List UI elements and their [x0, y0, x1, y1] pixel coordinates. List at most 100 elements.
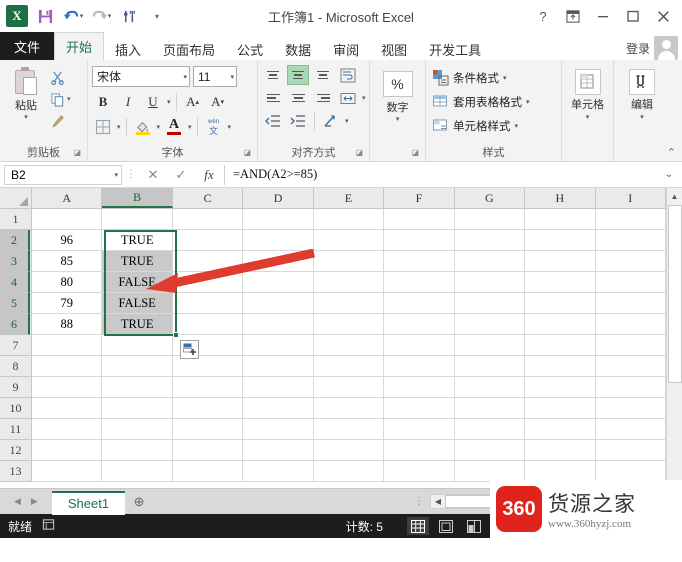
cell-D13[interactable] — [243, 461, 314, 482]
copy-button[interactable]: ▾ — [48, 89, 73, 109]
cell-B11[interactable] — [102, 419, 173, 440]
grow-font-icon[interactable]: A ▴ — [182, 91, 204, 112]
row-header-8[interactable]: 8 — [0, 356, 31, 377]
save-icon[interactable] — [32, 4, 58, 28]
cell-H9[interactable] — [525, 377, 596, 398]
cell-A5[interactable]: 79 — [32, 293, 103, 314]
cell-G6[interactable] — [454, 314, 526, 335]
column-header-I[interactable]: I — [596, 188, 666, 208]
cell-E8[interactable] — [313, 356, 385, 377]
row-header-1[interactable]: 1 — [0, 209, 31, 230]
cell-C11[interactable] — [172, 419, 244, 440]
cell-styles-button[interactable]: 单元格样式 ▾ — [430, 114, 520, 137]
vertical-scroll-thumb[interactable] — [667, 205, 682, 383]
vertical-scrollbar[interactable]: ▲ — [666, 188, 682, 488]
row-header-6[interactable]: 6 — [0, 314, 30, 335]
page-break-preview-button[interactable] — [463, 517, 485, 535]
cell-D9[interactable] — [243, 377, 314, 398]
cell-G12[interactable] — [454, 440, 526, 461]
avatar[interactable] — [654, 36, 678, 60]
cell-A2[interactable]: 96 — [32, 230, 103, 251]
cell-C5[interactable] — [172, 293, 244, 314]
auto-fill-options-button[interactable] — [180, 340, 199, 359]
cell-H8[interactable] — [525, 356, 596, 377]
phonetic-guide-icon[interactable]: wén 文 — [203, 116, 225, 137]
page-layout-view-button[interactable] — [435, 517, 457, 535]
cell-D1[interactable] — [243, 209, 314, 230]
minimize-button[interactable] — [588, 3, 618, 29]
cell-A4[interactable]: 80 — [32, 272, 103, 293]
paste-button[interactable]: 粘贴 ▾ — [4, 65, 48, 121]
wrap-text-icon[interactable] — [337, 65, 359, 85]
column-header-C[interactable]: C — [173, 188, 244, 208]
clipboard-dialog-launcher-icon[interactable]: ◪ — [73, 145, 81, 160]
enter-formula-icon[interactable]: ✓ — [168, 167, 194, 183]
cell-F3[interactable] — [384, 251, 455, 272]
cell-D11[interactable] — [243, 419, 314, 440]
cell-G7[interactable] — [454, 335, 526, 356]
name-box[interactable]: B2 ▾ — [4, 164, 122, 185]
tab-formulas[interactable]: 公式 — [226, 36, 274, 62]
column-header-B[interactable]: B — [102, 188, 173, 208]
cell-C2[interactable] — [172, 230, 244, 251]
normal-view-button[interactable] — [406, 517, 429, 535]
cell-A9[interactable] — [32, 377, 103, 398]
cell-C13[interactable] — [172, 461, 244, 482]
column-header-D[interactable]: D — [243, 188, 314, 208]
cell-G3[interactable] — [454, 251, 526, 272]
cell-F13[interactable] — [384, 461, 455, 482]
tab-home[interactable]: 开始 — [54, 32, 105, 60]
vertical-scroll-track[interactable] — [666, 205, 682, 488]
cell-F10[interactable] — [384, 398, 455, 419]
percent-style-icon[interactable]: % — [382, 71, 413, 97]
row-header-11[interactable]: 11 — [0, 419, 31, 440]
cells-button[interactable]: 单元格 ▾ — [566, 69, 609, 121]
cell-C10[interactable] — [172, 398, 244, 419]
cell-A7[interactable] — [32, 335, 103, 356]
cell-I6[interactable] — [595, 314, 666, 335]
cell-H5[interactable] — [525, 293, 596, 314]
cell-G1[interactable] — [454, 209, 526, 230]
cell-C3[interactable] — [172, 251, 244, 272]
cell-E6[interactable] — [313, 314, 385, 335]
row-header-12[interactable]: 12 — [0, 440, 31, 461]
insert-function-icon[interactable]: fx — [196, 167, 222, 183]
cell-D2[interactable] — [243, 230, 314, 251]
cell-A3[interactable]: 85 — [32, 251, 103, 272]
cell-A12[interactable] — [32, 440, 103, 461]
row-header-2[interactable]: 2 — [0, 230, 30, 251]
font-size-combo[interactable]: 11 ▾ — [193, 66, 237, 87]
format-painter-button[interactable] — [48, 111, 73, 131]
alignment-dialog-launcher-icon[interactable]: ◪ — [355, 145, 363, 160]
cell-E3[interactable] — [313, 251, 385, 272]
align-right-icon[interactable] — [312, 88, 334, 108]
cell-I12[interactable] — [595, 440, 666, 461]
close-button[interactable] — [648, 3, 678, 29]
cell-F6[interactable] — [384, 314, 455, 335]
ribbon-display-options-button[interactable] — [558, 3, 588, 29]
cell-E2[interactable] — [313, 230, 385, 251]
column-header-A[interactable]: A — [32, 188, 103, 208]
font-color-dropdown-icon[interactable]: ▾ — [188, 123, 192, 131]
tab-data[interactable]: 数据 — [274, 36, 322, 62]
cell-A11[interactable] — [32, 419, 103, 440]
cell-E11[interactable] — [313, 419, 385, 440]
cell-H7[interactable] — [525, 335, 596, 356]
cell-I8[interactable] — [595, 356, 666, 377]
name-box-dropdown-icon[interactable]: ▾ — [114, 171, 118, 179]
cancel-formula-icon[interactable]: ✕ — [140, 167, 166, 183]
excel-app-icon[interactable]: X — [4, 4, 30, 28]
cell-E7[interactable] — [313, 335, 385, 356]
align-center-icon[interactable] — [287, 88, 309, 108]
fill-color-button[interactable] — [132, 116, 154, 137]
number-dialog-launcher-icon[interactable]: ◪ — [411, 145, 419, 160]
cell-C1[interactable] — [172, 209, 244, 230]
maximize-button[interactable] — [618, 3, 648, 29]
format-as-table-button[interactable]: 套用表格格式 ▾ — [430, 90, 532, 113]
scroll-up-icon[interactable]: ▲ — [666, 188, 682, 205]
next-sheet-icon[interactable]: ▶ — [31, 496, 38, 507]
column-header-G[interactable]: G — [455, 188, 526, 208]
row-header-4[interactable]: 4 — [0, 272, 30, 293]
cell-B10[interactable] — [102, 398, 173, 419]
cell-H11[interactable] — [525, 419, 596, 440]
